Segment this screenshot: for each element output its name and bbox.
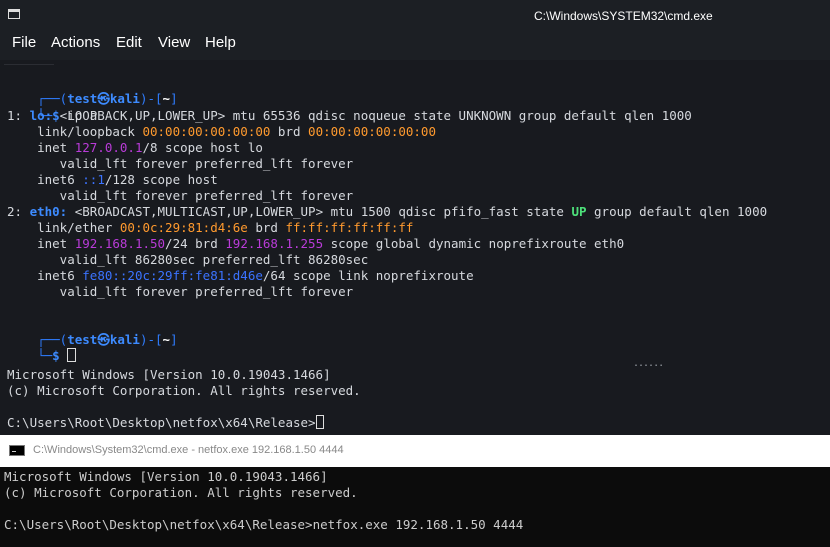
- lo-valid-2: valid_lft forever preferred_lft forever: [7, 188, 354, 203]
- cmd-title-bar[interactable]: C:\Windows\System32\cmd.exe - netfox.exe…: [0, 435, 830, 467]
- lo-inet: inet 127.0.0.1/8 scope host lo: [7, 140, 263, 155]
- prompt-line-bottom: └─$ ip a: [37, 108, 98, 123]
- cmd-window[interactable]: C:\Windows\System32\cmd.exe - netfox.exe…: [0, 435, 830, 547]
- divider: [4, 64, 54, 65]
- menu-bar: File Actions Edit View Help: [0, 30, 830, 60]
- title-bar[interactable]: C:\Windows\SYSTEM32\cmd.exe: [0, 0, 830, 30]
- lo-inet6: inet6 ::1/128 scope host: [7, 172, 218, 187]
- prompt2-line-top: ┌──(test㉿kali)-[~]: [37, 332, 178, 347]
- kali-terminal-window[interactable]: C:\Windows\SYSTEM32\cmd.exe File Actions…: [0, 0, 830, 435]
- cmd-prompt: C:\Users\Root\Desktop\netfox\x64\Release…: [7, 415, 324, 431]
- eth0-valid-1: valid_lft 86280sec preferred_lft 86280se…: [7, 252, 369, 267]
- cmd-window-title: C:\Windows\System32\cmd.exe - netfox.exe…: [33, 444, 344, 456]
- menu-file[interactable]: File: [12, 34, 36, 51]
- console-icon: [9, 445, 25, 456]
- prompt-line-top: ┌──(test㉿kali)-[~]: [37, 91, 178, 106]
- win-version: Microsoft Windows [Version 10.0.19043.14…: [7, 367, 331, 382]
- eth0-valid-2: valid_lft forever preferred_lft forever: [7, 284, 354, 299]
- cmd-command-line: C:\Users\Root\Desktop\netfox\x64\Release…: [4, 517, 524, 532]
- menu-actions[interactable]: Actions: [51, 34, 100, 51]
- lo-valid-1: valid_lft forever preferred_lft forever: [7, 156, 354, 171]
- resize-grip[interactable]: ......: [633, 358, 664, 369]
- menu-edit[interactable]: Edit: [116, 34, 142, 51]
- prompt2-line-bottom: └─$: [7, 332, 77, 363]
- eth0-inet6: inet6 fe80::20c:29ff:fe81:d46e/64 scope …: [7, 268, 474, 283]
- cursor-icon: [67, 348, 77, 362]
- lo-link: link/loopback 00:00:00:00:00:00 brd 00:0…: [7, 124, 436, 139]
- cmd-command: netfox.exe 192.168.1.50 4444: [312, 517, 524, 532]
- cmd-copyright: (c) Microsoft Corporation. All rights re…: [4, 485, 358, 500]
- win-copyright: (c) Microsoft Corporation. All rights re…: [7, 383, 361, 398]
- eth0-header: 2: eth0: <BROADCAST,MULTICAST,UP,LOWER_U…: [7, 204, 768, 219]
- menu-view[interactable]: View: [158, 34, 190, 51]
- menu-help[interactable]: Help: [205, 34, 236, 51]
- window-title: C:\Windows\SYSTEM32\cmd.exe: [534, 9, 713, 23]
- window-icon[interactable]: [8, 9, 20, 19]
- cursor-icon: [315, 415, 324, 429]
- lo-header: 1: lo: <LOOPBACK,UP,LOWER_UP> mtu 65536 …: [7, 108, 692, 123]
- eth0-link: link/ether 00:0c:29:81:d4:6e brd ff:ff:f…: [7, 220, 414, 235]
- cmd-version: Microsoft Windows [Version 10.0.19043.14…: [4, 469, 328, 484]
- eth0-inet: inet 192.168.1.50/24 brd 192.168.1.255 s…: [7, 236, 625, 251]
